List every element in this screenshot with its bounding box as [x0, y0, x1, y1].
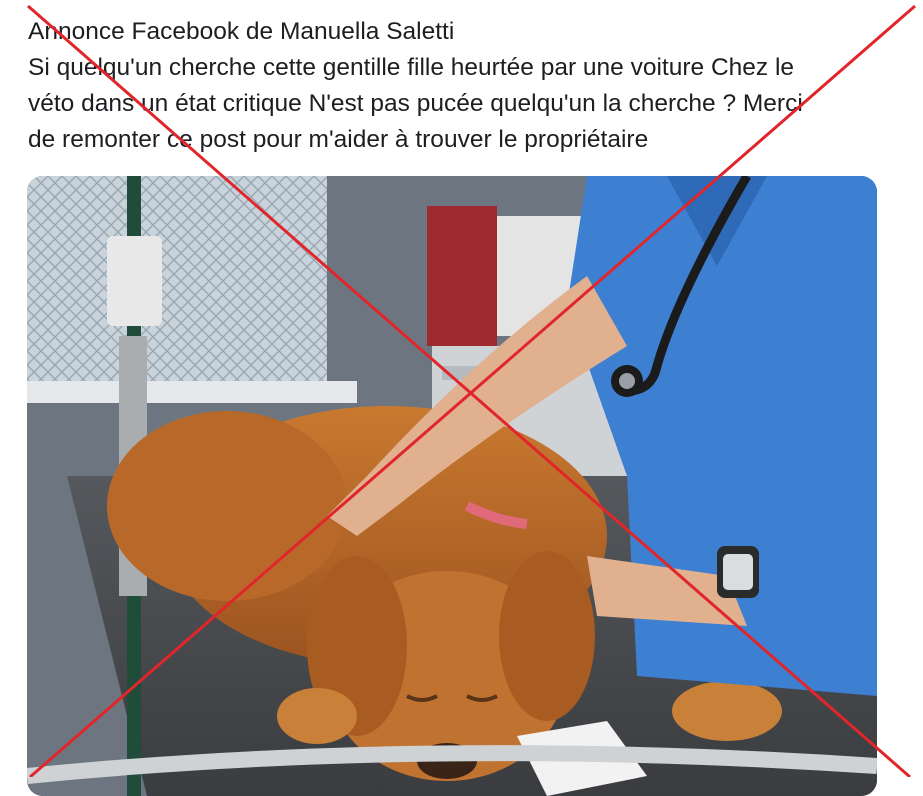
- post-text: Annonce Facebook de Manuella Saletti Si …: [28, 14, 888, 158]
- photo-illustration: [27, 176, 877, 796]
- post-body-line-2: véto dans un état critique N'est pas puc…: [28, 90, 803, 117]
- post-photo[interactable]: [27, 176, 877, 796]
- post-body-line-3: de remonter ce post pour m'aider à trouv…: [28, 126, 649, 153]
- post-body-line-1: Si quelqu'un cherche cette gentille fill…: [28, 54, 795, 81]
- mesh-window: [27, 176, 327, 391]
- post-author-line: Annonce Facebook de Manuella Saletti: [28, 18, 455, 45]
